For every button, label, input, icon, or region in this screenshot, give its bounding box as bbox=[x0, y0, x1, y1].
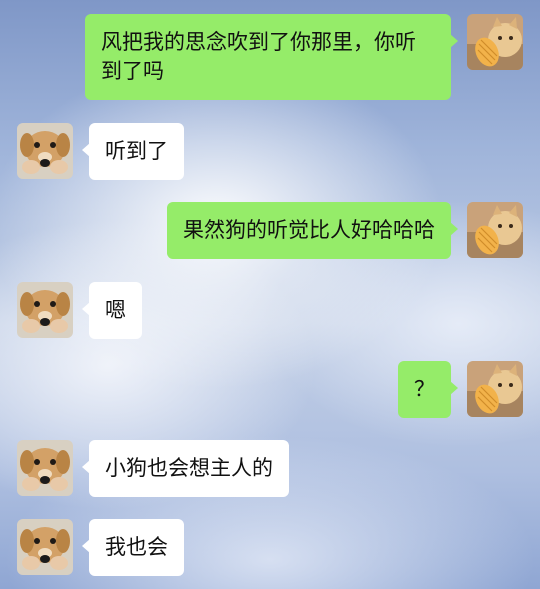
message-text: ？ bbox=[414, 377, 435, 401]
message-text: 果然狗的听觉比人好哈哈哈 bbox=[183, 218, 435, 242]
message-row: ？ bbox=[0, 361, 540, 418]
cat-avatar-icon[interactable] bbox=[467, 14, 523, 70]
message-bubble-received[interactable]: 嗯 bbox=[82, 282, 142, 339]
message-bubble-received[interactable]: 听到了 bbox=[82, 123, 184, 180]
dog-avatar-icon[interactable] bbox=[17, 282, 73, 338]
cat-avatar-icon[interactable] bbox=[467, 202, 523, 258]
message-row: 风把我的思念吹到了你那里，你听到了吗 bbox=[0, 14, 540, 100]
message-bubble-received[interactable]: 小狗也会想主人的 bbox=[82, 440, 289, 497]
message-bubble-sent[interactable]: 风把我的思念吹到了你那里，你听到了吗 bbox=[85, 14, 458, 100]
dog-avatar-icon[interactable] bbox=[17, 519, 73, 575]
message-row: 我也会 bbox=[0, 519, 540, 576]
message-row: 听到了 bbox=[0, 123, 540, 180]
message-text: 风把我的思念吹到了你那里，你听到了吗 bbox=[101, 30, 416, 83]
message-bubble-received[interactable]: 我也会 bbox=[82, 519, 184, 576]
dog-avatar-icon[interactable] bbox=[17, 440, 73, 496]
message-row: 果然狗的听觉比人好哈哈哈 bbox=[0, 202, 540, 259]
message-text: 听到了 bbox=[105, 139, 168, 163]
message-row: 小狗也会想主人的 bbox=[0, 440, 540, 497]
dog-avatar-icon[interactable] bbox=[17, 123, 73, 179]
chat-window: 风把我的思念吹到了你那里，你听到了吗 听到了 果然狗的听觉比人好哈哈哈 嗯 ？ … bbox=[0, 0, 540, 589]
cat-avatar-icon[interactable] bbox=[467, 361, 523, 417]
message-text: 嗯 bbox=[105, 298, 126, 322]
message-text: 我也会 bbox=[105, 535, 168, 559]
message-row: 嗯 bbox=[0, 282, 540, 339]
message-text: 小狗也会想主人的 bbox=[105, 456, 273, 480]
message-bubble-sent[interactable]: ？ bbox=[398, 361, 458, 418]
message-bubble-sent[interactable]: 果然狗的听觉比人好哈哈哈 bbox=[167, 202, 458, 259]
